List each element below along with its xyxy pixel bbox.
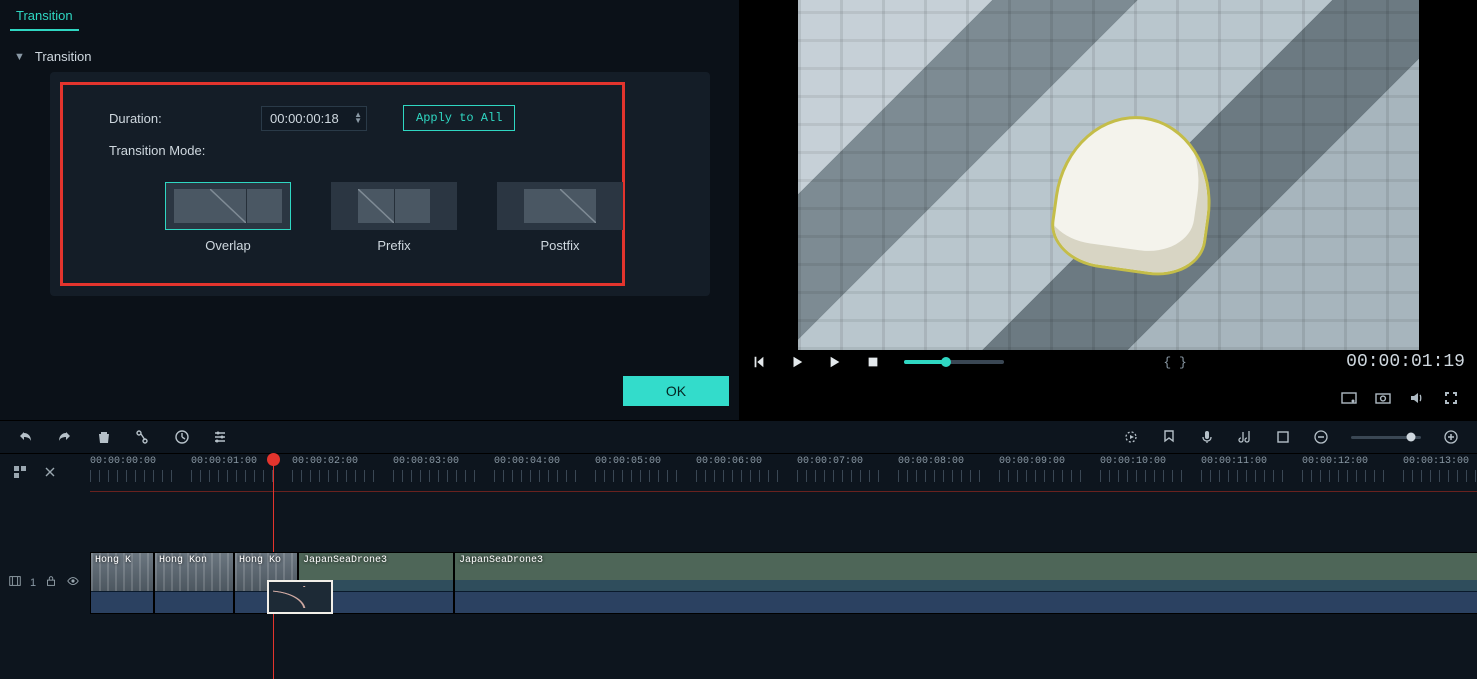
transition-mode-label: Transition Mode: xyxy=(109,143,261,158)
timeline-link-icon[interactable] xyxy=(42,464,58,483)
mode-postfix[interactable]: Postfix xyxy=(497,182,623,253)
transition-on-track[interactable] xyxy=(267,580,333,614)
ruler-tick: 00:00:01:00 xyxy=(191,456,279,482)
undo-icon[interactable] xyxy=(18,429,34,445)
clip-hongkong-1[interactable]: Hong K xyxy=(90,552,154,614)
mode-prefix-thumb xyxy=(331,182,457,230)
duration-label: Duration: xyxy=(109,111,261,126)
mode-prefix[interactable]: Prefix xyxy=(331,182,457,253)
mark-in-out-icon[interactable]: { } xyxy=(1163,355,1186,370)
section-title: Transition xyxy=(35,49,92,64)
mode-postfix-thumb xyxy=(497,182,623,230)
preview-lower-icons xyxy=(740,386,1477,410)
play-button[interactable] xyxy=(790,355,806,369)
zoom-slider[interactable] xyxy=(1351,436,1421,439)
section-transition-header[interactable]: ▼ Transition xyxy=(14,49,729,64)
volume-slider[interactable] xyxy=(904,360,1004,364)
sound-icon[interactable] xyxy=(1409,390,1425,406)
mode-postfix-caption: Postfix xyxy=(540,238,579,253)
adjust-icon[interactable] xyxy=(212,429,228,445)
clip-label: Hong Ko xyxy=(239,555,281,566)
voiceover-icon[interactable] xyxy=(1199,429,1215,445)
preview-panel: { } 00:00:01:19 xyxy=(740,0,1477,420)
preview-timecode: 00:00:01:19 xyxy=(1346,352,1465,372)
ruler-tick: 00:00:13:00 xyxy=(1403,456,1477,482)
mode-overlap[interactable]: Overlap xyxy=(165,182,291,253)
transition-properties-panel: Transition ▼ Transition Duration: 00:00:… xyxy=(0,0,740,420)
apply-to-all-button[interactable]: Apply to All xyxy=(403,105,515,131)
chevron-down-icon: ▼ xyxy=(14,51,25,63)
ruler-tick: 00:00:12:00 xyxy=(1302,456,1390,482)
playback-controls: { } 00:00:01:19 xyxy=(740,346,1477,378)
timeline-header: 00:00:00:00 00:00:01:00 00:00:02:00 00:00:0… xyxy=(0,454,1477,492)
track-index: 1 xyxy=(30,577,36,589)
timeline-manage-icon[interactable] xyxy=(12,464,28,483)
step-back-button[interactable] xyxy=(752,355,768,369)
timeline-toolbar xyxy=(0,420,1477,454)
speed-icon[interactable] xyxy=(174,429,190,445)
ruler-tick: 00:00:11:00 xyxy=(1201,456,1289,482)
redo-icon[interactable] xyxy=(56,429,72,445)
quality-icon[interactable] xyxy=(1341,390,1357,406)
zoom-in-icon[interactable] xyxy=(1443,429,1459,445)
duration-spinner[interactable]: ▲▼ xyxy=(354,112,362,124)
time-ruler[interactable]: 00:00:00:00 00:00:01:00 00:00:02:00 00:00:0… xyxy=(90,454,1477,492)
tab-transition[interactable]: Transition xyxy=(10,4,79,31)
video-track-row: 1 Hong K Hong Kon Hong Ko JapanS xyxy=(0,550,1477,615)
ruler-tick: 00:00:03:00 xyxy=(393,456,481,482)
duration-value: 00:00:00:18 xyxy=(270,111,339,126)
split-icon[interactable] xyxy=(134,429,150,445)
video-track-body[interactable]: Hong K Hong Kon Hong Ko JapanSeaDrone3 J xyxy=(90,552,1477,614)
panel-tab-bar: Transition xyxy=(10,0,729,31)
mode-overlap-thumb xyxy=(165,182,291,230)
ruler-tick: 00:00:04:00 xyxy=(494,456,582,482)
clip-label: JapanSeaDrone3 xyxy=(303,555,387,566)
preview-subject-boat xyxy=(1049,109,1218,278)
marker-icon[interactable] xyxy=(1161,429,1177,445)
highlighted-settings: Duration: 00:00:00:18 ▲▼ Apply to All Tr… xyxy=(60,82,625,286)
stop-button[interactable] xyxy=(866,355,882,369)
transition-mode-options: Overlap Prefix Postfix xyxy=(165,182,592,253)
delete-icon[interactable] xyxy=(96,429,112,445)
ruler-tick: 00:00:10:00 xyxy=(1100,456,1188,482)
ruler-tick: 00:00:00:00 xyxy=(90,456,178,482)
mode-prefix-caption: Prefix xyxy=(377,238,410,253)
ruler-tick: 00:00:06:00 xyxy=(696,456,784,482)
clip-label: Hong Kon xyxy=(159,555,207,566)
ruler-tick: 00:00:05:00 xyxy=(595,456,683,482)
ruler-tick: 00:00:02:00 xyxy=(292,456,380,482)
track-visibility-icon[interactable] xyxy=(66,574,80,591)
mode-overlap-caption: Overlap xyxy=(205,238,251,253)
ruler-tick: 00:00:07:00 xyxy=(797,456,885,482)
crop-icon[interactable] xyxy=(1275,429,1291,445)
clip-label: Hong K xyxy=(95,555,131,566)
render-icon[interactable] xyxy=(1123,429,1139,445)
ruler-tick: 00:00:09:00 xyxy=(999,456,1087,482)
audio-mixer-icon[interactable] xyxy=(1237,429,1253,445)
timeline: 00:00:00:00 00:00:01:00 00:00:02:00 00:00:0… xyxy=(0,454,1477,679)
snapshot-icon[interactable] xyxy=(1375,390,1391,406)
clip-hongkong-2[interactable]: Hong Kon xyxy=(154,552,234,614)
duration-input[interactable]: 00:00:00:18 ▲▼ xyxy=(261,106,367,131)
track-lock-icon[interactable] xyxy=(44,574,58,591)
transition-settings-box: Duration: 00:00:00:18 ▲▼ Apply to All Tr… xyxy=(50,72,710,296)
fullscreen-icon[interactable] xyxy=(1443,390,1459,406)
video-track-head: 1 xyxy=(0,574,90,591)
clip-japansea-2[interactable]: JapanSeaDrone3 xyxy=(454,552,1477,614)
track-film-icon[interactable] xyxy=(8,574,22,591)
ok-button[interactable]: OK xyxy=(623,376,729,406)
step-forward-button[interactable] xyxy=(828,355,844,369)
clip-label: JapanSeaDrone3 xyxy=(459,555,543,566)
ruler-tick: 00:00:08:00 xyxy=(898,456,986,482)
preview-video[interactable] xyxy=(798,0,1419,350)
zoom-out-icon[interactable] xyxy=(1313,429,1329,445)
